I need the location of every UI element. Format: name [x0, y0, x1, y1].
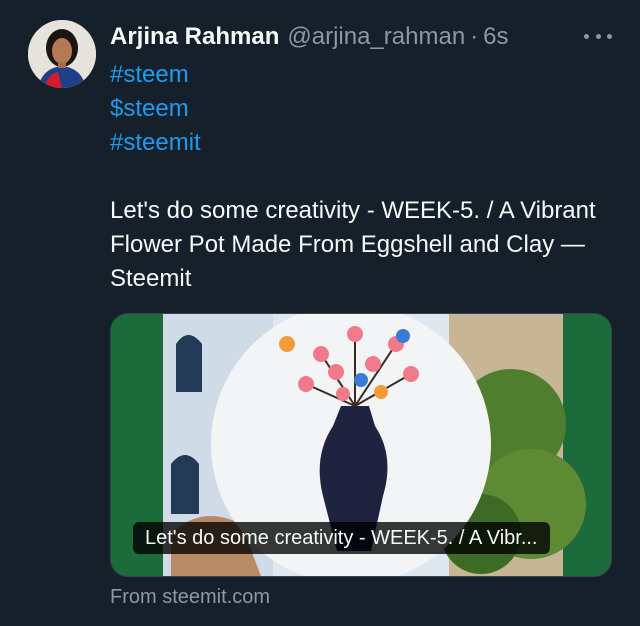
tweet-header: Arjina Rahman @arjina_rahman · 6s [110, 22, 620, 52]
cashtag-link[interactable]: $steem [110, 92, 620, 126]
more-horizontal-icon[interactable] [584, 24, 612, 48]
link-card[interactable]: Let's do some creativity - WEEK-5. / A V… [110, 313, 612, 577]
tweet-body: #steem $steem #steemit Let's do some cre… [110, 58, 620, 296]
tweet-text: Let's do some creativity - WEEK-5. / A V… [110, 197, 596, 292]
avatar-image [28, 20, 96, 88]
avatar[interactable] [28, 20, 96, 88]
hashtag-link[interactable]: #steemit [110, 126, 620, 160]
separator-dot: · [470, 23, 479, 50]
timestamp[interactable]: 6s [483, 23, 508, 51]
card-source[interactable]: From steemit.com [110, 586, 270, 609]
user-handle[interactable]: @arjina_rahman [287, 23, 465, 51]
card-caption: Let's do some creativity - WEEK-5. / A V… [133, 522, 550, 554]
display-name[interactable]: Arjina Rahman [110, 23, 279, 51]
hashtag-link[interactable]: #steem [110, 58, 620, 92]
